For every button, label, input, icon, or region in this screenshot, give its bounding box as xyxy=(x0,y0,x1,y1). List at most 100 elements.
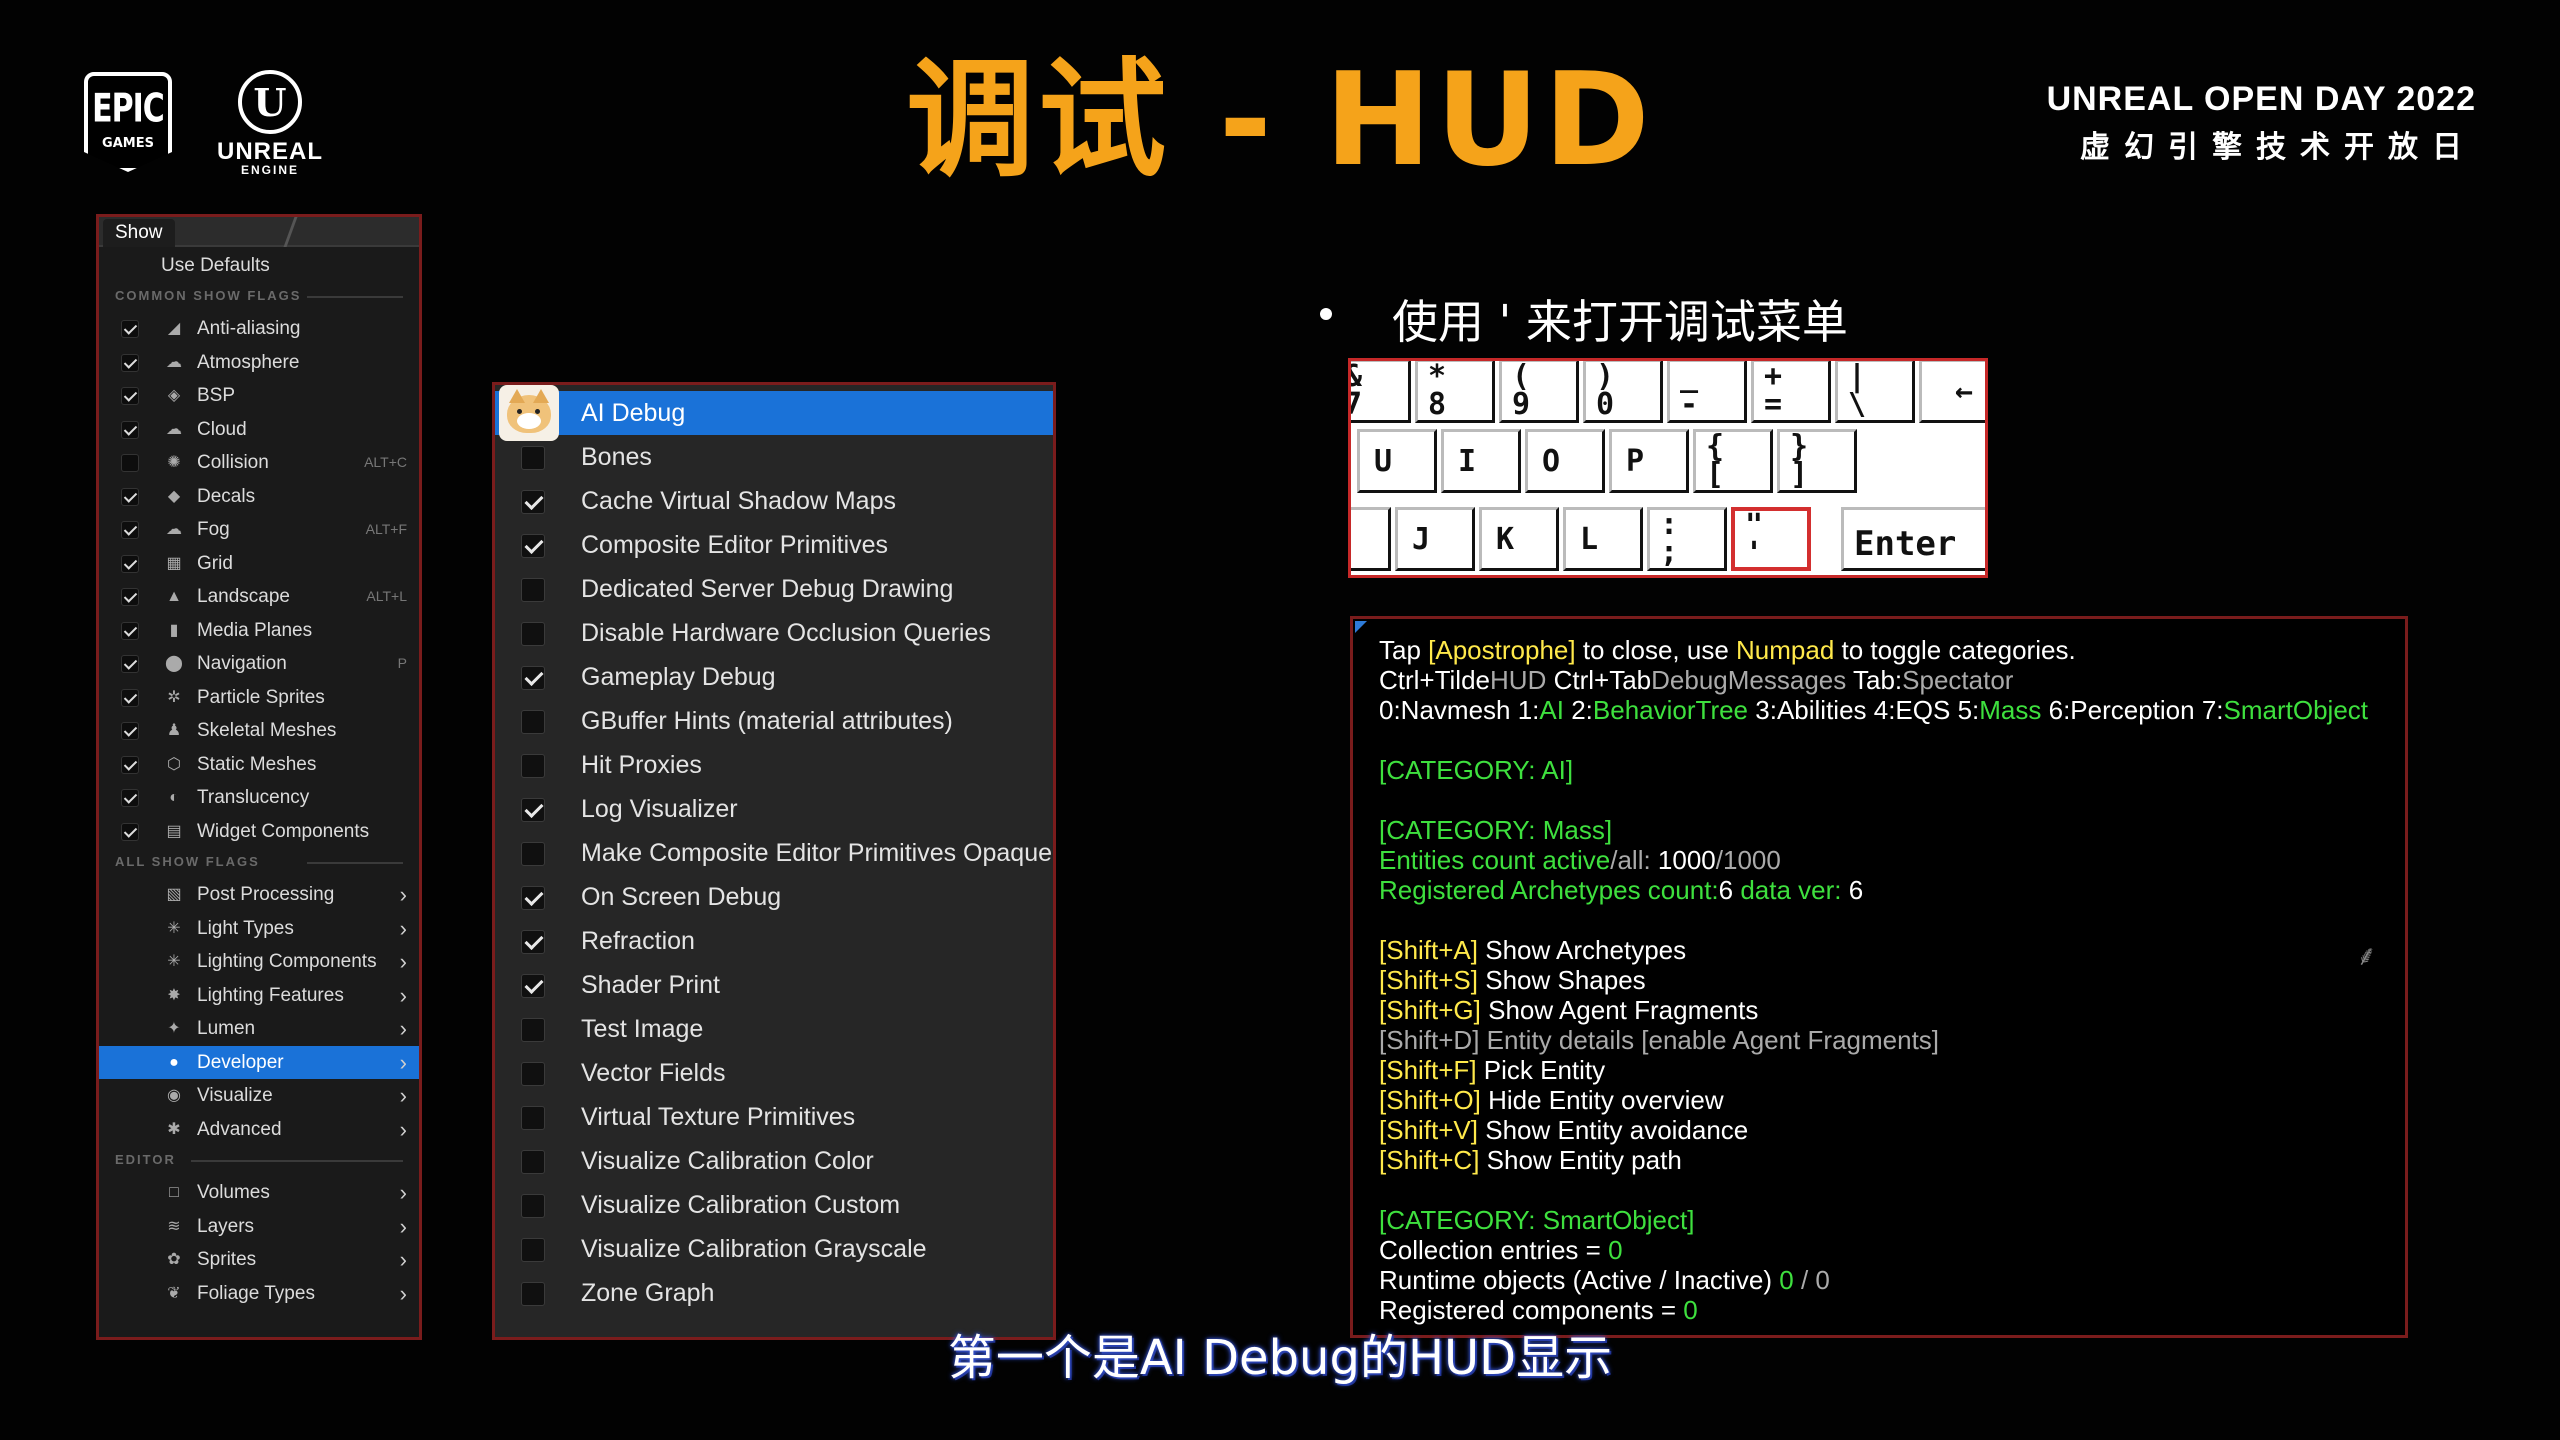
developer-item-refraction[interactable]: Refraction xyxy=(495,919,1053,963)
show-flag-skeletal-meshes[interactable]: ♟ Skeletal Meshes xyxy=(99,714,419,747)
developer-item-gameplay-debug[interactable]: Gameplay Debug xyxy=(495,655,1053,699)
show-flag-particle-sprites[interactable]: ✲ Particle Sprites xyxy=(99,681,419,714)
hud-text: 6:Perception 7: xyxy=(2041,695,2224,725)
show-flag-static-meshes[interactable]: ⬡ Static Meshes xyxy=(99,748,419,781)
developer-item-ai-debug[interactable]: AI Debug xyxy=(495,385,1053,441)
hud-archetypes-count: Registered Archetypes count:6 data ver: … xyxy=(1379,875,2405,905)
chevron-right-icon: › xyxy=(399,1213,407,1239)
checkbox[interactable] xyxy=(521,1062,545,1086)
event-title-cn: 虚幻引擎技术开放日 xyxy=(2080,130,2476,165)
developer-item-visualize-calibration-custom[interactable]: Visualize Calibration Custom xyxy=(495,1183,1053,1227)
checkbox[interactable] xyxy=(521,490,545,514)
checkbox[interactable] xyxy=(121,353,139,372)
checkbox[interactable] xyxy=(121,755,139,774)
checkbox[interactable] xyxy=(121,722,139,740)
developer-item-make-composite-editor-primitives-opaque[interactable]: Make Composite Editor Primitives Opaque xyxy=(495,831,1053,875)
hud-value: 6 xyxy=(1848,875,1864,905)
show-flag-widget-components[interactable]: ▤ Widget Components xyxy=(99,815,419,848)
submenu-layers[interactable]: ≋ Layers › xyxy=(99,1210,419,1243)
key-enter: Enter xyxy=(1841,507,1985,571)
checkbox[interactable] xyxy=(121,554,139,573)
hud-shortcut-key: [Shift+D] xyxy=(1379,1025,1480,1055)
checkbox[interactable] xyxy=(521,666,545,690)
show-flag-atmosphere[interactable]: ☁ Atmosphere xyxy=(99,346,419,379)
checkbox[interactable] xyxy=(521,886,545,910)
tab-show[interactable]: Show xyxy=(103,219,175,247)
show-flag-landscape[interactable]: ▲ Landscape ALT+L xyxy=(99,580,419,613)
submenu-lumen[interactable]: ✦ Lumen › xyxy=(99,1012,419,1045)
show-flag-navigation[interactable]: ⬤ Navigation P xyxy=(99,647,419,680)
checkbox[interactable] xyxy=(521,1282,545,1306)
developer-item-disable-hardware-occlusion-queries[interactable]: Disable Hardware Occlusion Queries xyxy=(495,611,1053,655)
show-flag-fog[interactable]: ☁ Fog ALT+F xyxy=(99,513,419,546)
show-flag-cloud[interactable]: ☁ Cloud xyxy=(99,413,419,446)
checkbox[interactable] xyxy=(521,842,545,866)
checkbox[interactable] xyxy=(521,622,545,646)
checkbox[interactable] xyxy=(121,454,139,472)
checkbox[interactable] xyxy=(121,387,139,405)
submenu-advanced[interactable]: ✱ Advanced › xyxy=(99,1113,419,1146)
checkbox[interactable] xyxy=(121,420,139,439)
show-flag-grid[interactable]: ▦ Grid xyxy=(99,547,419,580)
show-flag-decals[interactable]: ◆ Decals xyxy=(99,480,419,513)
submenu-visualize[interactable]: ◉ Visualize › xyxy=(99,1079,419,1112)
lighting-features-icon: ✸ xyxy=(167,986,181,1004)
checkbox[interactable] xyxy=(521,1194,545,1218)
checkbox[interactable] xyxy=(521,710,545,734)
volumes-icon: □ xyxy=(169,1184,179,1201)
developer-item-cache-virtual-shadow-maps[interactable]: Cache Virtual Shadow Maps xyxy=(495,479,1053,523)
show-flag-translucency[interactable]: ◐ Translucency xyxy=(99,781,419,814)
developer-item-zone-graph[interactable]: Zone Graph xyxy=(495,1271,1053,1315)
checkbox[interactable] xyxy=(521,974,545,998)
submenu-sprites[interactable]: ✿ Sprites › xyxy=(99,1243,419,1276)
checkbox[interactable] xyxy=(121,320,139,338)
checkbox[interactable] xyxy=(121,487,139,506)
show-flag-bsp[interactable]: ◈ BSP xyxy=(99,379,419,412)
developer-item-bones[interactable]: Bones xyxy=(495,435,1053,479)
submenu-foliage-types[interactable]: ❦ Foliage Types › xyxy=(99,1277,419,1310)
developer-item-visualize-calibration-grayscale[interactable]: Visualize Calibration Grayscale xyxy=(495,1227,1053,1271)
checkbox[interactable] xyxy=(521,754,545,778)
checkbox[interactable] xyxy=(521,1150,545,1174)
developer-item-hit-proxies[interactable]: Hit Proxies xyxy=(495,743,1053,787)
developer-item-gbuffer-hints-material-attributes[interactable]: GBuffer Hints (material attributes) xyxy=(495,699,1053,743)
checkbox[interactable] xyxy=(121,822,139,841)
checkbox[interactable] xyxy=(521,1106,545,1130)
submenu-developer[interactable]: ● Developer › xyxy=(99,1045,419,1079)
hud-category-ai-header: [CATEGORY: AI] xyxy=(1379,755,1574,785)
checkbox[interactable] xyxy=(121,655,139,673)
checkbox[interactable] xyxy=(521,446,545,470)
submenu-lighting-components[interactable]: ✳ Lighting Components › xyxy=(99,945,419,978)
key-row2-2: O xyxy=(1525,429,1605,493)
checkbox[interactable] xyxy=(521,578,545,602)
show-flag-collision[interactable]: ✺ Collision ALT+C xyxy=(99,446,419,479)
show-flag-anti-aliasing[interactable]: ◢ Anti-aliasing xyxy=(99,312,419,345)
checkbox[interactable] xyxy=(521,1018,545,1042)
checkbox[interactable] xyxy=(121,688,139,707)
submenu-lighting-features[interactable]: ✸ Lighting Features › xyxy=(99,979,419,1012)
developer-item-shader-print[interactable]: Shader Print xyxy=(495,963,1053,1007)
checkbox[interactable] xyxy=(521,930,545,954)
checkbox[interactable] xyxy=(521,798,545,822)
use-defaults-item[interactable]: Use Defaults xyxy=(99,249,419,282)
submenu-volumes[interactable]: □ Volumes › xyxy=(99,1176,419,1209)
submenu-post-processing[interactable]: ▧ Post Processing › xyxy=(99,878,419,911)
checkbox[interactable] xyxy=(121,621,139,640)
developer-item-vector-fields[interactable]: Vector Fields xyxy=(495,1051,1053,1095)
developer-item-composite-editor-primitives[interactable]: Composite Editor Primitives xyxy=(495,523,1053,567)
developer-item-virtual-texture-primitives[interactable]: Virtual Texture Primitives xyxy=(495,1095,1053,1139)
checkbox[interactable] xyxy=(521,534,545,558)
developer-item-visualize-calibration-color[interactable]: Visualize Calibration Color xyxy=(495,1139,1053,1183)
checkbox[interactable] xyxy=(121,789,139,807)
show-flag-media-planes[interactable]: ▮ Media Planes xyxy=(99,614,419,647)
developer-item-on-screen-debug[interactable]: On Screen Debug xyxy=(495,875,1053,919)
developer-item-log-visualizer[interactable]: Log Visualizer xyxy=(495,787,1053,831)
developer-item-dedicated-server-debug-drawing[interactable]: Dedicated Server Debug Drawing xyxy=(495,567,1053,611)
hud-shortcut-text: Show Entity avoidance xyxy=(1478,1115,1749,1145)
checkbox[interactable] xyxy=(521,1238,545,1262)
submenu-light-types[interactable]: ✳ Light Types › xyxy=(99,912,419,945)
developer-item-label: Vector Fields xyxy=(581,1059,726,1087)
checkbox[interactable] xyxy=(121,588,139,606)
checkbox[interactable] xyxy=(121,521,139,539)
developer-item-test-image[interactable]: Test Image xyxy=(495,1007,1053,1051)
